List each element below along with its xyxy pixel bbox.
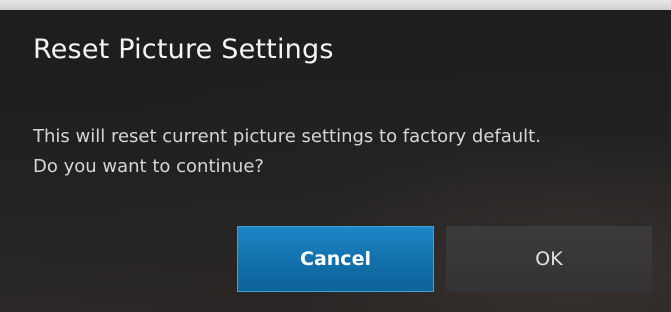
dialog-message-line-1: This will reset current picture settings…	[33, 126, 541, 147]
dialog-message-line-2: Do you want to continue?	[33, 156, 264, 177]
dialog-title: Reset Picture Settings	[33, 34, 334, 65]
top-bezel-strip	[0, 0, 671, 10]
ok-button[interactable]: OK	[446, 226, 652, 292]
dialog-message: This will reset current picture settings…	[33, 122, 663, 182]
reset-picture-settings-dialog: Reset Picture Settings This will reset c…	[0, 10, 671, 312]
cancel-button[interactable]: Cancel	[237, 226, 434, 292]
tv-screen: Reset Picture Settings This will reset c…	[0, 0, 671, 312]
